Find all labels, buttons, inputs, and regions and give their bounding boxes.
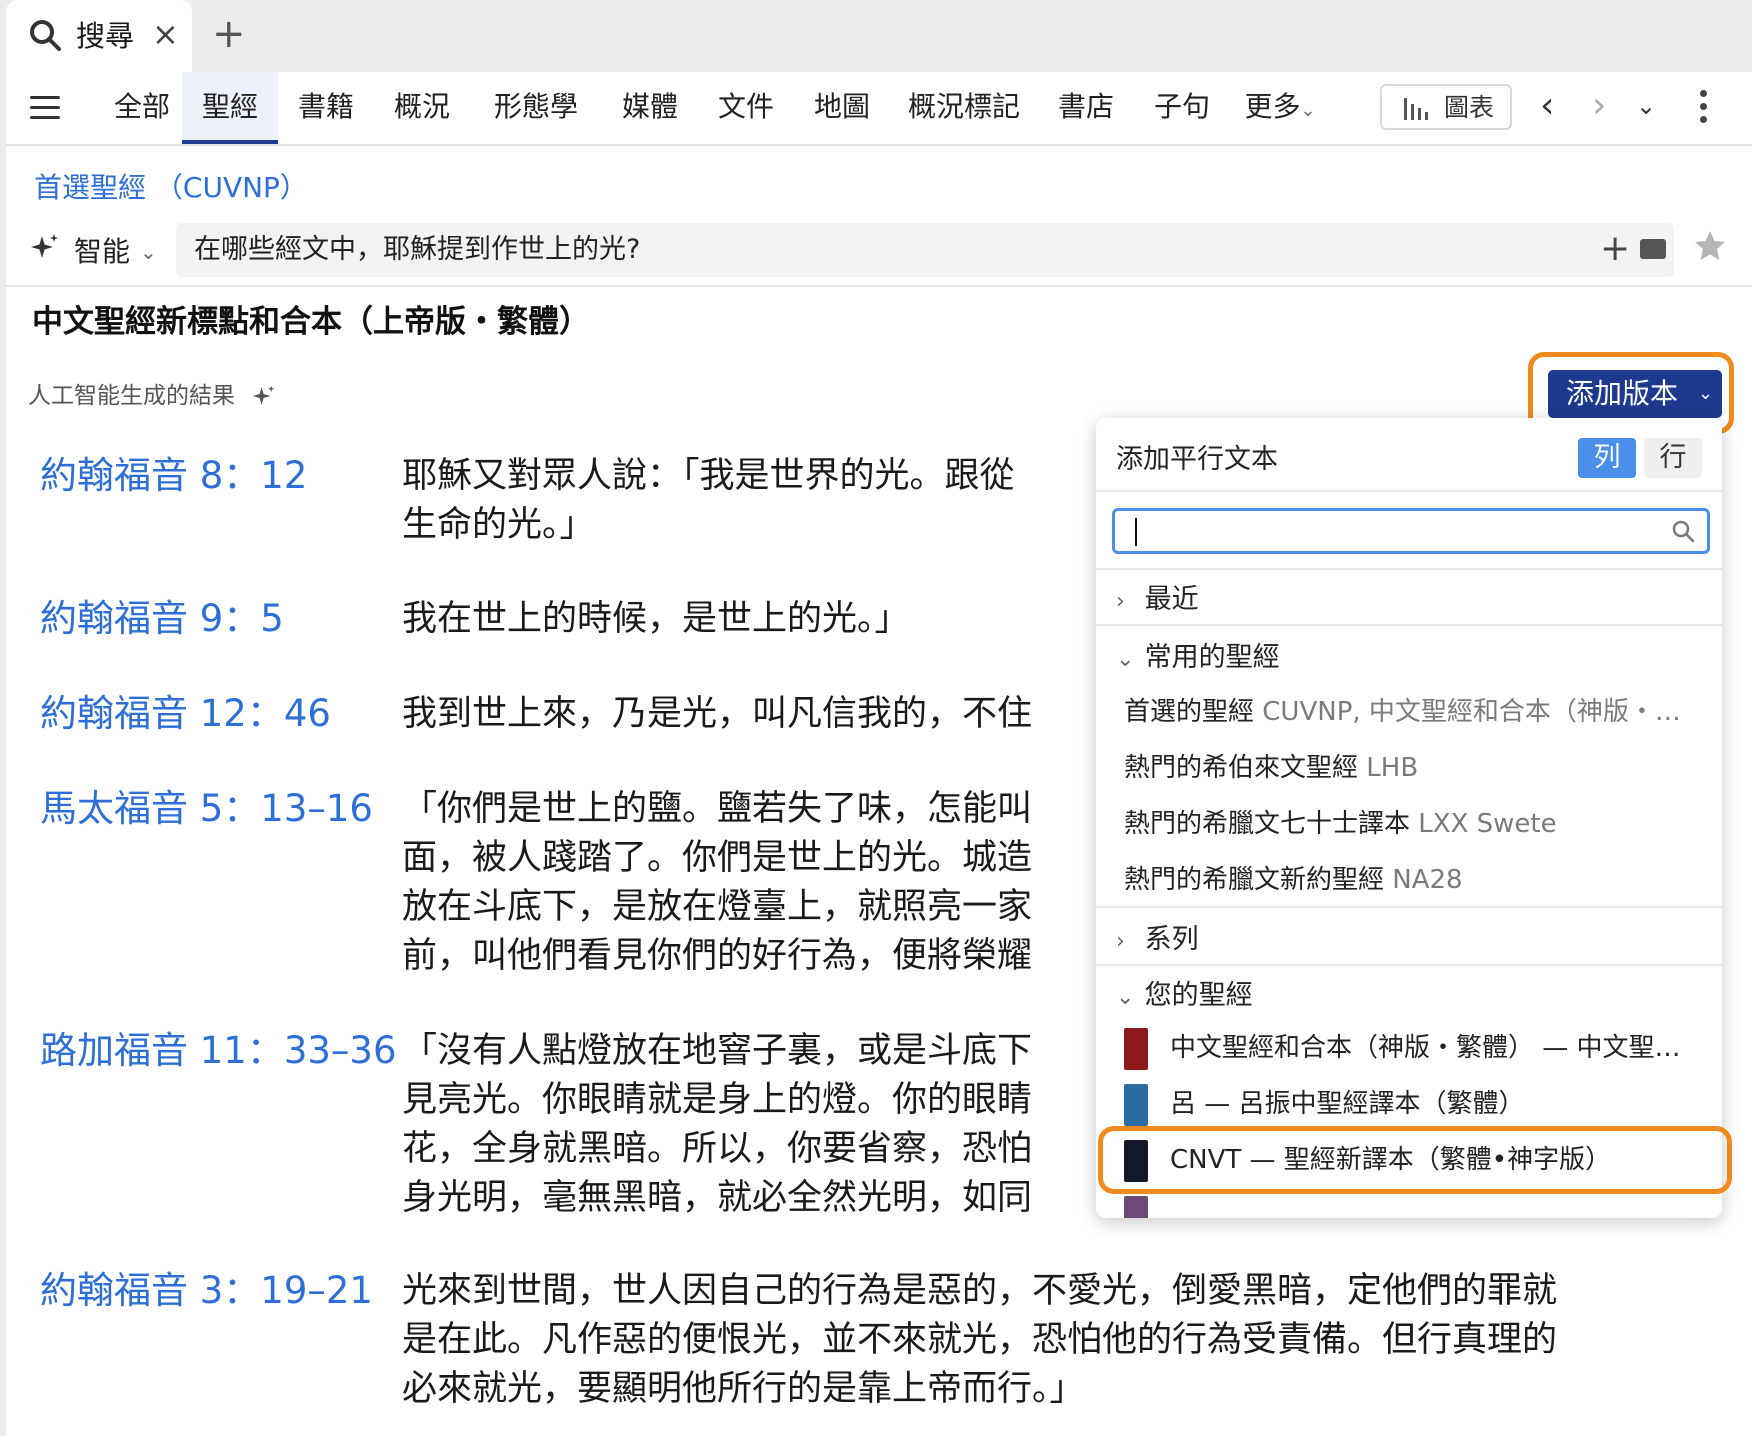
section-yours[interactable]: ⌄ 您的聖經	[1116, 976, 1253, 1018]
list-item-label: 呂 — 呂振中聖經譯本（繁體）	[1170, 1089, 1525, 1119]
chart-button-label: 圖表	[1444, 93, 1495, 122]
divider	[1096, 490, 1722, 492]
nav-bar: 全部 聖經 書籍 概況 形態學 媒體 文件 地圖 概況標記 書店 子句 更多⌄ …	[6, 72, 1752, 146]
tab-more-label: 更多	[1244, 90, 1301, 123]
tab-search[interactable]: 搜尋 ×	[6, 0, 192, 72]
verse-text: 光來到世間，世人因自己的行為是惡的，不愛光，倒愛黑暗，定他們的罪就 是在此。凡作…	[402, 1267, 1722, 1414]
divider	[1096, 568, 1722, 570]
back-arrow-icon[interactable]: ‹	[1540, 82, 1554, 130]
list-item[interactable]: 熱門的希伯來文聖經 LHB	[1124, 748, 1418, 788]
tab-clauses[interactable]: 子句	[1134, 72, 1230, 144]
tab-books[interactable]: 書籍	[278, 72, 374, 144]
list-item-detail: CUVNP, 中文聖經和合本（神版・…	[1262, 697, 1681, 727]
chevron-down-icon: ⌄	[1116, 985, 1135, 1010]
text-caret	[1135, 518, 1137, 546]
divider	[1096, 906, 1722, 908]
window-edge	[0, 0, 6, 1436]
verse-line: 必來就光，要顯明他所行的是靠上帝而行。」	[402, 1369, 1085, 1409]
book-cover-icon	[1124, 1084, 1148, 1126]
chevron-down-icon: ⌄	[1116, 647, 1135, 672]
tab-bible[interactable]: 聖經	[182, 72, 278, 144]
panel-title: 添加平行文本	[1116, 444, 1278, 475]
add-parallel-panel: 添加平行文本 列 行 › 最近 ⌄ 常用的聖經 首選的聖經 CUVNP, 中文聖…	[1096, 418, 1722, 1218]
search-icon	[30, 20, 61, 51]
section-common[interactable]: ⌄ 常用的聖經	[1116, 638, 1280, 680]
smart-mode-label[interactable]: 智能	[74, 232, 130, 272]
list-item[interactable]: 首選的聖經 CUVNP, 中文聖經和合本（神版・…	[1124, 692, 1681, 732]
preferred-bible-link[interactable]: 首選聖經 （CUVNP）	[34, 168, 308, 208]
verse-line: 光來到世間，世人因自己的行為是惡的，不愛光，倒愛黑暗，定他們的罪就	[402, 1271, 1558, 1311]
verse-reference[interactable]: 約翰福音 3：19–21	[40, 1268, 373, 1314]
add-icon[interactable]: +	[1600, 225, 1630, 273]
list-item-detail: LXX Swete	[1418, 809, 1557, 839]
ai-result-label: 人工智能生成的結果	[28, 383, 235, 409]
add-tab-button[interactable]: +	[212, 10, 246, 58]
search-icon	[1672, 520, 1695, 543]
verse-reference[interactable]: 約翰福音 8：12	[40, 453, 307, 499]
tab-strip: 搜尋 × +	[0, 0, 1752, 72]
row-toggle[interactable]: 行	[1644, 438, 1702, 478]
search-input[interactable]: 在哪些經文中，耶穌提到作世上的光? +	[176, 223, 1674, 277]
divider	[6, 285, 1752, 287]
tab-overview-tags[interactable]: 概況標記	[894, 72, 1034, 144]
verse-reference[interactable]: 馬太福音 5：13–16	[40, 786, 373, 832]
add-version-label: 添加版本	[1566, 377, 1679, 410]
chevron-down-icon: ⌄	[1698, 383, 1714, 404]
list-item-detail: LHB	[1366, 753, 1419, 783]
list-item[interactable]: 熱門的希臘文新約聖經 NA28	[1124, 860, 1463, 900]
chart-button[interactable]: 圖表	[1380, 84, 1512, 130]
book-cover-icon	[1124, 1028, 1148, 1070]
section-series[interactable]: › 系列	[1116, 920, 1199, 962]
list-item-name: 首選的聖經	[1124, 697, 1255, 727]
bar-chart-icon	[1404, 98, 1428, 120]
chevron-down-icon[interactable]: ⌄	[140, 232, 157, 272]
chevron-right-icon: ›	[1116, 589, 1125, 614]
tab-morphology[interactable]: 形態學	[474, 72, 598, 144]
list-item-label: 中文聖經和合本（神版・繁體） — 中文聖…	[1170, 1033, 1681, 1063]
keyboard-icon[interactable]	[1640, 239, 1666, 259]
forward-arrow-icon[interactable]: ›	[1592, 82, 1606, 130]
close-icon[interactable]: ×	[152, 14, 179, 54]
section-label: 系列	[1144, 924, 1199, 955]
verse-line: 是在此。凡作惡的便恨光，並不來就光，恐怕他的行為受責備。但行真理的	[402, 1320, 1558, 1360]
sparkle-icon	[31, 234, 58, 258]
tab-all[interactable]: 全部	[94, 72, 190, 144]
book-cover-icon	[1124, 1196, 1148, 1218]
list-item-name: 熱門的希臘文新約聖經	[1124, 865, 1385, 895]
section-label: 您的聖經	[1144, 980, 1253, 1011]
star-icon[interactable]	[1692, 228, 1728, 264]
list-item[interactable]: 熱門的希臘文七十士譯本 LXX Swete	[1124, 804, 1557, 844]
tab-maps[interactable]: 地圖	[794, 72, 890, 144]
divider	[1096, 964, 1722, 966]
section-label: 最近	[1144, 584, 1199, 615]
tab-store[interactable]: 書店	[1038, 72, 1134, 144]
result-bible-title: 中文聖經新標點和合本（上帝版・繁體）	[32, 304, 590, 340]
verse-reference[interactable]: 約翰福音 12：46	[40, 691, 331, 737]
column-toggle[interactable]: 列	[1578, 438, 1636, 478]
tab-overview[interactable]: 概況	[374, 72, 470, 144]
sparkle-icon	[252, 385, 275, 405]
highlight-outline	[1098, 1126, 1732, 1194]
tab-more[interactable]: 更多⌄	[1232, 72, 1328, 144]
list-item-name: 熱門的希臘文七十士譯本	[1124, 809, 1411, 839]
verse-reference[interactable]: 路加福音 11：33–36	[40, 1028, 397, 1074]
history-chevron-icon[interactable]: ⌄	[1636, 82, 1656, 130]
menu-icon[interactable]	[30, 96, 60, 120]
divider	[1096, 624, 1722, 626]
chevron-right-icon: ›	[1116, 929, 1125, 954]
tab-media[interactable]: 媒體	[602, 72, 698, 144]
search-query-text: 在哪些經文中，耶穌提到作世上的光?	[194, 234, 641, 265]
chevron-down-icon: ⌄	[1300, 100, 1316, 121]
tab-label: 搜尋	[76, 19, 135, 53]
list-item-name: 熱門的希伯來文聖經	[1124, 753, 1359, 783]
section-label: 常用的聖經	[1144, 642, 1280, 673]
verse-reference[interactable]: 約翰福音 9：5	[40, 596, 284, 642]
panel-search-input[interactable]	[1112, 508, 1710, 554]
section-recent[interactable]: › 最近	[1116, 580, 1199, 622]
tab-documents[interactable]: 文件	[698, 72, 794, 144]
add-version-button[interactable]: 添加版本 ⌄	[1548, 370, 1722, 418]
more-options-icon[interactable]	[1700, 90, 1708, 129]
list-item-detail: NA28	[1392, 865, 1463, 895]
